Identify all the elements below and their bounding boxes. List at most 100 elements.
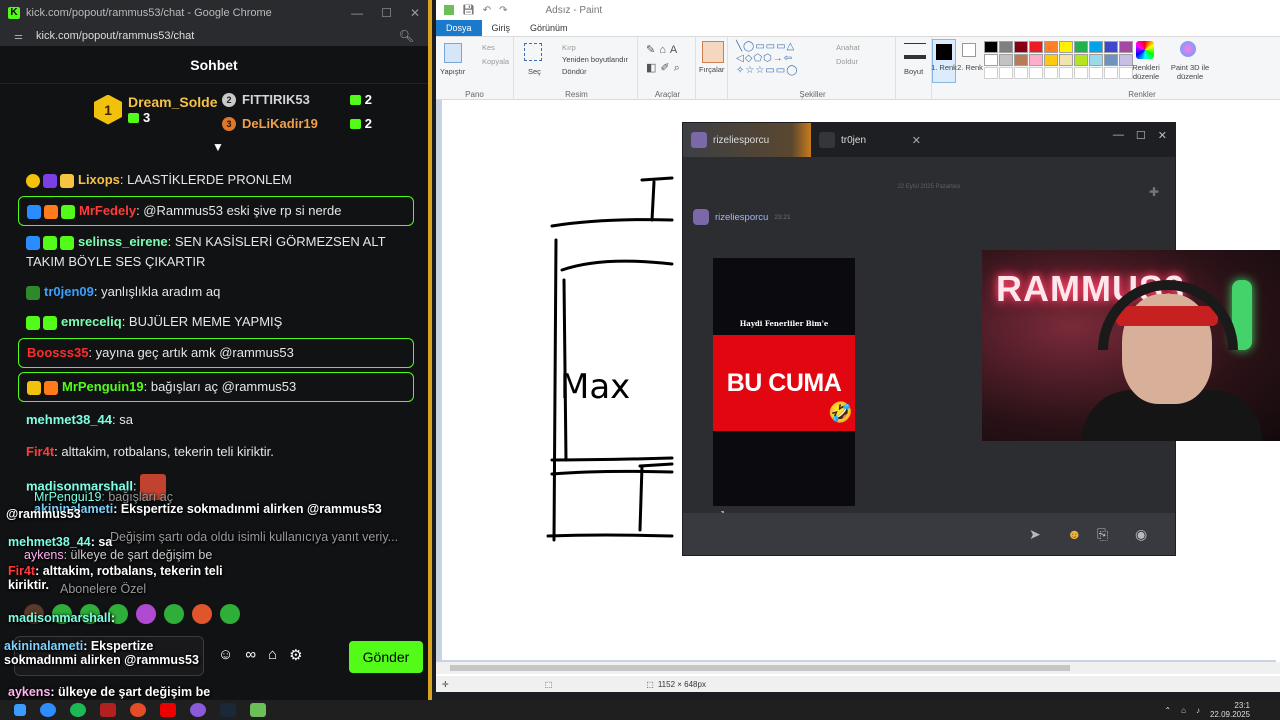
chat-username[interactable]: tr0jen09 (44, 284, 94, 299)
tray-chevron-icon[interactable]: ⌃ (1164, 706, 1171, 715)
palette-swatch[interactable] (1089, 41, 1103, 53)
chat-username[interactable]: Lixops (78, 172, 120, 187)
edit-colors-button[interactable]: Renkleri düzenle (1126, 63, 1166, 81)
close-icon[interactable]: ✕ (1158, 129, 1167, 142)
brush-icon[interactable] (702, 41, 724, 63)
color2-swatch[interactable] (962, 43, 976, 57)
collapse-chevron-icon[interactable]: ▼ (212, 140, 224, 154)
close-tab-icon[interactable]: ✕ (912, 134, 921, 147)
save-icon[interactable]: 💾︎ (462, 5, 475, 16)
minimize-icon[interactable]: — (351, 6, 363, 20)
rotate-button[interactable]: Döndür (562, 67, 587, 76)
steam-taskbar-icon[interactable] (220, 703, 236, 717)
chat-username[interactable]: Fir4t (26, 444, 54, 459)
edit-colors-icon[interactable] (1136, 41, 1154, 59)
cut-button[interactable]: Kes (482, 43, 495, 52)
select-button[interactable]: Seç (528, 67, 541, 76)
leaderboard-third[interactable]: 3 DeLiKadir19 2 (222, 116, 372, 131)
discord-taskbar-icon[interactable] (40, 703, 56, 717)
maximize-icon[interactable]: ☐ (1136, 129, 1146, 142)
palette-swatch[interactable] (999, 54, 1013, 66)
palette-swatch[interactable] (1059, 41, 1073, 53)
chat-username[interactable]: MrPenguin19 (62, 379, 144, 394)
palette-swatch[interactable] (984, 41, 998, 53)
volume-icon[interactable]: ♪ (1196, 706, 1200, 715)
paste-icon[interactable] (444, 43, 462, 63)
size-icon[interactable] (904, 43, 926, 59)
undo-icon[interactable]: ↶ (483, 5, 491, 16)
windows-start-icon[interactable] (14, 704, 26, 716)
address-bar[interactable]: ⚌ kick.com/popout/rammus53/chat 🔍︎ (0, 26, 428, 46)
palette-swatch[interactable] (1059, 54, 1073, 66)
palette-swatch[interactable] (1104, 41, 1118, 53)
size-button[interactable]: Boyut (904, 67, 923, 76)
close-icon[interactable]: ✕ (410, 6, 420, 20)
palette-swatch[interactable] (1014, 41, 1028, 53)
palette-swatch[interactable] (1089, 54, 1103, 66)
palette-swatch-empty[interactable] (1104, 67, 1118, 79)
palette-swatch[interactable] (1104, 54, 1118, 66)
resize-button[interactable]: Yeniden boyutlandır (562, 55, 628, 64)
site-settings-icon[interactable]: ⚌ (14, 31, 28, 42)
palette-swatch[interactable] (1014, 54, 1028, 66)
palette-swatch[interactable] (984, 54, 998, 66)
select-icon[interactable] (524, 43, 542, 61)
spotify-taskbar-icon[interactable] (70, 703, 86, 717)
paint-taskbar-icon[interactable] (250, 703, 266, 717)
avatar[interactable] (693, 209, 709, 225)
palette-swatch[interactable] (1029, 54, 1043, 66)
add-reaction-icon[interactable]: ✚ (1149, 185, 1159, 199)
palette-swatch[interactable] (1044, 41, 1058, 53)
network-icon[interactable]: ⌂ (1181, 706, 1186, 715)
author-name[interactable]: rizeliesporcu (715, 212, 768, 223)
minimize-icon[interactable]: — (1113, 129, 1124, 142)
zoom-icon[interactable]: 🔍︎ (399, 29, 414, 43)
palette-swatch-empty[interactable] (1014, 67, 1028, 79)
palette-swatch[interactable] (1044, 54, 1058, 66)
chat-username[interactable]: MrFedely (79, 203, 136, 218)
scrollbar-thumb[interactable] (450, 665, 1070, 671)
chat-username[interactable]: Boosss35 (27, 345, 88, 360)
tab-file[interactable]: Dosya (436, 20, 482, 36)
color-palette[interactable] (984, 41, 1134, 79)
palette-swatch[interactable] (1074, 54, 1088, 66)
attach-icon[interactable]: ⎘ (1097, 526, 1108, 543)
tab-rizeliesporcu[interactable]: rizeliesporcu (683, 123, 811, 157)
leaderboard-first[interactable]: 1 Dream_Solde 3 (94, 94, 217, 125)
tab-home[interactable]: Giriş (482, 20, 521, 36)
tools-icons[interactable]: ✎⌂A (646, 43, 681, 56)
palette-swatch-empty[interactable] (984, 67, 998, 79)
palette-swatch[interactable] (1029, 41, 1043, 53)
palette-swatch-empty[interactable] (1059, 67, 1073, 79)
app-taskbar-icon[interactable] (190, 703, 206, 717)
tools-icons-row2[interactable]: ◧✐⌕ (646, 61, 684, 75)
video-embed[interactable]: Haydi Fenerliler Bim'e BU CUMA 🤣 (713, 258, 855, 506)
redo-icon[interactable]: ↷ (499, 5, 507, 16)
paint3d-button[interactable]: Paint 3D ile düzenle (1168, 63, 1212, 81)
outline-button[interactable]: Anahat (836, 43, 860, 52)
chrome-taskbar-icon[interactable] (130, 703, 146, 717)
fill-button[interactable]: Doldur (836, 57, 858, 66)
chat-username[interactable]: emreceliq (61, 314, 122, 329)
youtube-taskbar-icon[interactable] (160, 703, 176, 717)
clock[interactable]: 23:1 22.09.2025 (1210, 701, 1250, 719)
tab-view[interactable]: Görünüm (520, 20, 578, 36)
palette-swatch-empty[interactable] (1089, 67, 1103, 79)
horizontal-scrollbar[interactable] (436, 662, 1280, 674)
palette-swatch[interactable] (1119, 41, 1133, 53)
palette-swatch-empty[interactable] (1044, 67, 1058, 79)
tab-tr0jen[interactable]: tr0jen ✕ (811, 123, 929, 157)
brushes-button[interactable]: Fırçalar (699, 65, 724, 74)
crop-button[interactable]: Kırp (562, 43, 576, 52)
voice-icon[interactable]: ◉ (1135, 526, 1147, 543)
send-icon[interactable]: ➤ (1029, 526, 1041, 543)
paint3d-icon[interactable] (1180, 41, 1196, 57)
leaderboard-second[interactable]: 2 FITTIRIK53 2 (222, 92, 372, 107)
app-taskbar-icon[interactable] (100, 703, 116, 717)
chat-username[interactable]: mehmet38_44 (26, 412, 112, 427)
paste-button[interactable]: Yapıştır (440, 67, 465, 76)
color1-selector[interactable] (932, 39, 956, 83)
palette-swatch-empty[interactable] (1074, 67, 1088, 79)
palette-swatch[interactable] (1074, 41, 1088, 53)
palette-swatch-empty[interactable] (999, 67, 1013, 79)
